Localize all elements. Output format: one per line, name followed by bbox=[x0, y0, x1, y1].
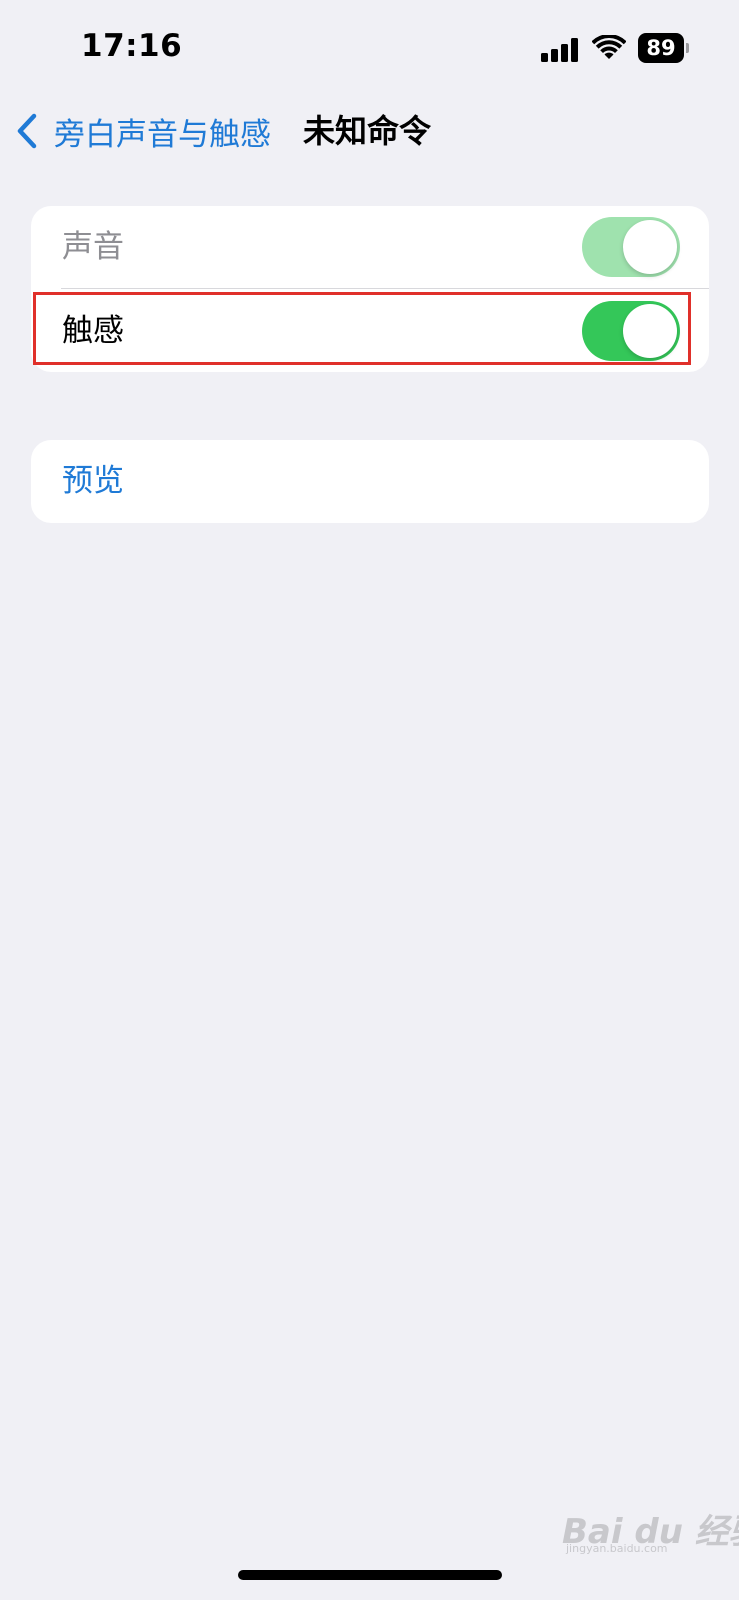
sound-toggle-knob bbox=[623, 220, 677, 274]
wifi-icon bbox=[592, 35, 626, 59]
preview-row[interactable]: 预览 bbox=[31, 440, 709, 522]
baidu-watermark: Bai du 经验 jingyan.baidu.com bbox=[562, 1498, 739, 1558]
page-title: 未知命令 bbox=[303, 112, 432, 150]
feedback-settings-group: 声音 触感 bbox=[31, 206, 709, 372]
haptics-row: 触感 bbox=[31, 290, 709, 372]
row-divider bbox=[61, 288, 709, 289]
preview-button[interactable]: 预览 bbox=[62, 440, 124, 522]
battery-cap bbox=[686, 43, 689, 53]
watermark-url: jingyan.baidu.com bbox=[566, 1542, 668, 1555]
sound-row: 声音 bbox=[31, 206, 709, 288]
cellular-signal-icon bbox=[541, 36, 579, 62]
haptics-toggle[interactable] bbox=[582, 301, 680, 361]
haptics-toggle-knob bbox=[623, 304, 677, 358]
status-time: 17:16 bbox=[81, 28, 183, 64]
back-button[interactable]: 旁白声音与触感 bbox=[14, 108, 271, 154]
home-indicator[interactable] bbox=[238, 1570, 502, 1580]
sound-toggle[interactable] bbox=[582, 217, 680, 277]
preview-group: 预览 bbox=[31, 440, 709, 523]
back-button-label: 旁白声音与触感 bbox=[54, 116, 271, 153]
haptics-label: 触感 bbox=[62, 313, 124, 349]
chevron-left-icon bbox=[17, 113, 37, 149]
sound-label: 声音 bbox=[62, 229, 124, 265]
battery-icon: 89 bbox=[638, 33, 689, 63]
settings-screen: 17:16 89 旁白声音与触感 未知命令 声音 触感 预览 Bai du 经 … bbox=[0, 0, 739, 1600]
battery-level: 89 bbox=[638, 33, 684, 63]
